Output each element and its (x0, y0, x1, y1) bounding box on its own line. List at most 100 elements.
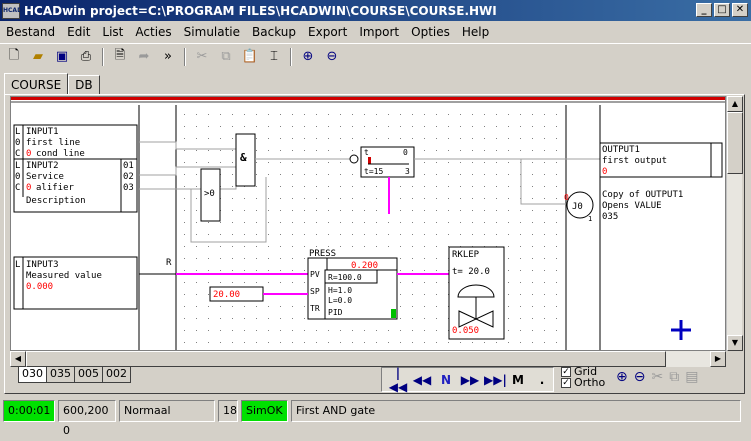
input3-name: INPUT3 (26, 260, 59, 270)
zoom-out-icon[interactable]: ⊖ (634, 369, 646, 385)
first-page-button[interactable]: |◀◀ (388, 366, 408, 394)
header-red-line (11, 97, 725, 100)
run-icon[interactable]: » (158, 47, 178, 67)
vertical-scroll-thumb[interactable] (727, 112, 743, 174)
menu-edit[interactable]: Edit (61, 25, 96, 39)
minimize-button[interactable]: _ (696, 3, 712, 17)
paste-icon[interactable]: 📋 (240, 47, 260, 67)
zoom-out-icon[interactable]: ⊖ (322, 47, 342, 67)
scroll-down-button[interactable]: ▼ (727, 335, 743, 351)
valve-one: 1 (588, 215, 592, 223)
pid-sp: SP (310, 287, 320, 296)
menu-backup[interactable]: Backup (246, 25, 302, 39)
output1-name: OUTPUT1 (602, 145, 640, 155)
menu-import[interactable]: Import (353, 25, 405, 39)
input2-flag-c: C (15, 183, 20, 193)
output1-copy2: Opens VALUE (602, 201, 662, 211)
input1-flag-c: C (15, 149, 20, 159)
and-gate-label: & (240, 151, 247, 164)
pid-block[interactable]: PRESS 0.200 PV SP TR R=100.0 H=1.0 L=0.0… (307, 249, 398, 320)
diagram-svg: L 0 C INPUT1 first line 0 cond line L 0 … (11, 97, 725, 350)
timer-block[interactable]: t 0 t=15 3 (360, 146, 415, 178)
menu-list[interactable]: List (96, 25, 129, 39)
cut-icon[interactable]: ✂ (192, 47, 212, 67)
next-page-button[interactable]: ▶▶ (460, 373, 480, 387)
dot-button[interactable]: . (532, 373, 552, 387)
close-button[interactable]: ✕ (732, 3, 748, 17)
toolbar-separator (184, 47, 186, 66)
greater-zero-gate[interactable]: >0 (200, 168, 221, 222)
window-controls: _ □ ✕ (696, 3, 748, 17)
new-file-icon[interactable]: 🗋 (4, 47, 24, 67)
print-icon[interactable]: ⎙ (76, 47, 96, 67)
output1-value: 0 (602, 167, 607, 177)
preview-icon[interactable]: 🗎 (110, 47, 130, 67)
menu-opties[interactable]: Opties (405, 25, 456, 39)
copy-icon[interactable]: ⧉ (669, 369, 679, 385)
timer-three: 3 (405, 167, 410, 176)
copy-icon[interactable]: ⧉ (216, 47, 236, 67)
tab-course[interactable]: COURSE (4, 73, 69, 95)
page-tab-030[interactable]: 030 (18, 367, 47, 383)
scroll-left-button[interactable]: ◀ (10, 351, 26, 367)
page-tab-002[interactable]: 002 (102, 367, 131, 383)
maximize-button[interactable]: □ (714, 3, 730, 17)
vertical-scrollbar[interactable]: ▲ ▼ (726, 96, 743, 351)
output1-line1: first output (602, 156, 667, 166)
scroll-up-button[interactable]: ▲ (727, 96, 743, 112)
menu-help[interactable]: Help (456, 25, 495, 39)
tab-db[interactable]: DB (68, 75, 100, 95)
input2-flag-value: 0 (26, 183, 31, 193)
grid-checkbox[interactable]: ✓ (561, 366, 571, 377)
timer-value: t=15 (364, 167, 383, 176)
input1-flag-l: L (15, 127, 20, 137)
ortho-checkbox[interactable]: ✓ (561, 377, 571, 388)
menu-export[interactable]: Export (302, 25, 353, 39)
align-icon[interactable]: ⌶ (264, 47, 284, 67)
zoom-in-icon[interactable]: ⊕ (616, 369, 628, 385)
valve-circle[interactable]: 0 J0 1 (564, 191, 594, 223)
window-title: HCADwin project=C:\PROGRAM FILES\HCADWIN… (24, 3, 497, 18)
page-tab-035[interactable]: 035 (46, 367, 75, 383)
pid-status-indicator (391, 309, 396, 318)
macro-button[interactable]: M (508, 373, 528, 387)
title-bar: HCAD HCADwin project=C:\PROGRAM FILES\HC… (0, 0, 751, 21)
save-icon[interactable]: ▣ (52, 47, 72, 67)
input2-output-02: 02 (123, 172, 134, 182)
output1-copy3: 035 (602, 212, 618, 222)
menu-simulatie[interactable]: Simulatie (178, 25, 246, 39)
setpoint-block[interactable]: 20.00 (209, 286, 264, 302)
paste-icon[interactable]: ▤ (685, 369, 698, 385)
cut-icon[interactable]: ✂ (651, 369, 663, 385)
page-tab-005[interactable]: 005 (74, 367, 103, 383)
input2-block[interactable]: L 0 C INPUT2 Service 0 alifier Descripti… (13, 158, 138, 213)
last-page-button[interactable]: ▶▶| (484, 373, 507, 387)
horizontal-scroll-thumb[interactable] (26, 351, 666, 367)
input2-line2: alifier (36, 183, 75, 193)
new-page-button[interactable]: N (436, 373, 456, 387)
timer-marker (368, 157, 371, 164)
diagram-canvas[interactable]: L 0 C INPUT1 first line 0 cond line L 0 … (10, 96, 726, 351)
toolbar: 🗋 ▰ ▣ ⎙ 🗎 ➦ » ✂ ⧉ 📋 ⌶ ⊕ ⊖ (0, 43, 751, 69)
status-bar: 0:00:01 600,200 0 Normaal 18 SimOK First… (0, 400, 751, 437)
sheet-tabs: COURSE DB (4, 73, 100, 95)
menu-bestand[interactable]: Bestand (0, 25, 61, 39)
previous-page-button[interactable]: ◀◀ (412, 373, 432, 387)
and-gate[interactable]: & (235, 133, 256, 187)
greater-zero-label: >0 (204, 189, 215, 199)
zoom-in-icon[interactable]: ⊕ (298, 47, 318, 67)
input1-block[interactable]: L 0 C INPUT1 first line 0 cond line (13, 124, 138, 160)
input1-line1: first line (26, 138, 80, 148)
rklep-valve[interactable]: RKLEP t= 20.0 0.050 (448, 246, 505, 340)
open-folder-icon[interactable]: ▰ (28, 47, 48, 67)
rklep-value: 0.050 (452, 326, 479, 336)
pid-mode: PID (328, 308, 343, 317)
step-icon[interactable]: ➦ (134, 47, 154, 67)
menu-acties[interactable]: Acties (129, 25, 177, 39)
scroll-right-button[interactable]: ▶ (710, 351, 726, 367)
input3-block[interactable]: L INPUT3 Measured value 0.000 (13, 256, 138, 310)
ortho-label: Ortho (574, 376, 606, 389)
horizontal-scrollbar[interactable]: ◀ ▶ (10, 351, 726, 367)
input2-flag-l: L (15, 161, 20, 171)
output1-block[interactable]: OUTPUT1 first output 0 Copy of OUTPUT1 O… (599, 142, 723, 222)
